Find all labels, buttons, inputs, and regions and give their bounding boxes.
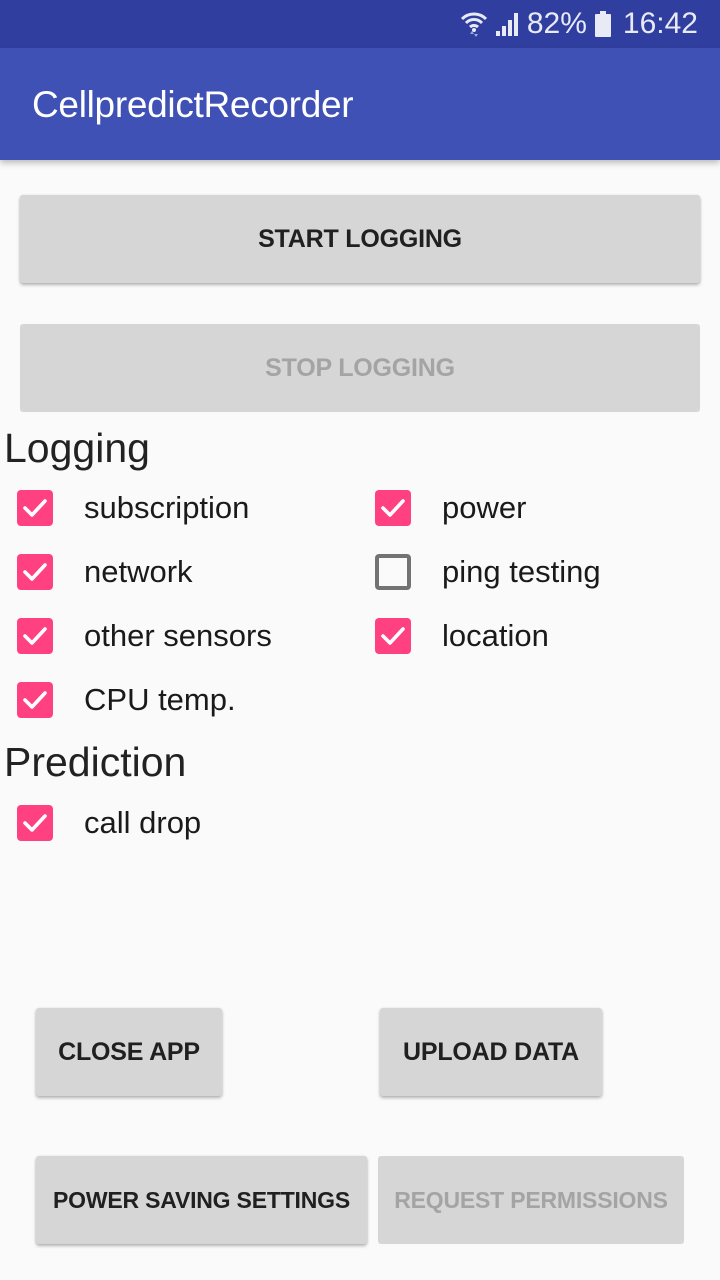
app-title: CellpredictRecorder: [32, 84, 354, 125]
start-logging-button[interactable]: START LOGGING: [20, 195, 700, 283]
checkbox-ping-testing[interactable]: ping testing: [375, 552, 601, 592]
checkbox-label: subscription: [84, 490, 250, 525]
battery-icon: [594, 11, 611, 37]
app-bar: CellpredictRecorder: [0, 48, 720, 160]
prediction-section-title: Prediction: [4, 739, 187, 785]
request-permissions-button[interactable]: REQUEST PERMISSIONS: [378, 1156, 684, 1244]
checkbox-other-sensors[interactable]: other sensors: [17, 616, 272, 656]
power-saving-settings-button[interactable]: POWER SAVING SETTINGS: [36, 1156, 367, 1244]
checkmark-icon: [23, 627, 47, 645]
checkbox-checked-icon[interactable]: [375, 490, 411, 526]
checkmark-icon: [381, 627, 405, 645]
checkbox-checked-icon[interactable]: [17, 682, 53, 718]
checkbox-checked-icon[interactable]: [375, 618, 411, 654]
checkbox-network[interactable]: network: [17, 552, 193, 592]
checkbox-label: CPU temp.: [84, 682, 236, 717]
battery-percent: 82%: [526, 7, 587, 40]
checkbox-power[interactable]: power: [375, 488, 526, 528]
close-app-button[interactable]: CLOSE APP: [36, 1008, 222, 1096]
checkbox-call-drop[interactable]: call drop: [17, 803, 201, 843]
checkmark-icon: [23, 691, 47, 709]
checkmark-icon: [23, 814, 47, 832]
upload-data-button[interactable]: UPLOAD DATA: [380, 1008, 602, 1096]
checkbox-label: location: [442, 618, 549, 653]
checkbox-checked-icon[interactable]: [17, 554, 53, 590]
checkbox-label: call drop: [84, 805, 202, 840]
checkmark-icon: [23, 499, 47, 517]
wifi-icon: [460, 10, 487, 38]
stop-logging-button[interactable]: STOP LOGGING: [20, 324, 700, 412]
signal-icon: [495, 11, 519, 37]
checkbox-location[interactable]: location: [375, 616, 549, 656]
status-bar: 82% 16:42: [0, 0, 720, 48]
checkbox-label: power: [442, 490, 527, 525]
checkbox-unchecked-icon[interactable]: [375, 554, 411, 590]
checkbox-label: other sensors: [84, 618, 272, 653]
checkbox-cpu-temp[interactable]: CPU temp.: [17, 680, 236, 720]
checkmark-icon: [23, 563, 47, 581]
logging-section-title: Logging: [4, 425, 150, 471]
checkbox-label: ping testing: [442, 554, 601, 589]
checkbox-label: network: [84, 554, 193, 589]
checkbox-checked-icon[interactable]: [17, 618, 53, 654]
clock: 16:42: [622, 7, 698, 40]
checkbox-checked-icon[interactable]: [17, 490, 53, 526]
checkmark-icon: [381, 499, 405, 517]
checkbox-subscription[interactable]: subscription: [17, 488, 249, 528]
checkbox-checked-icon[interactable]: [17, 805, 53, 841]
